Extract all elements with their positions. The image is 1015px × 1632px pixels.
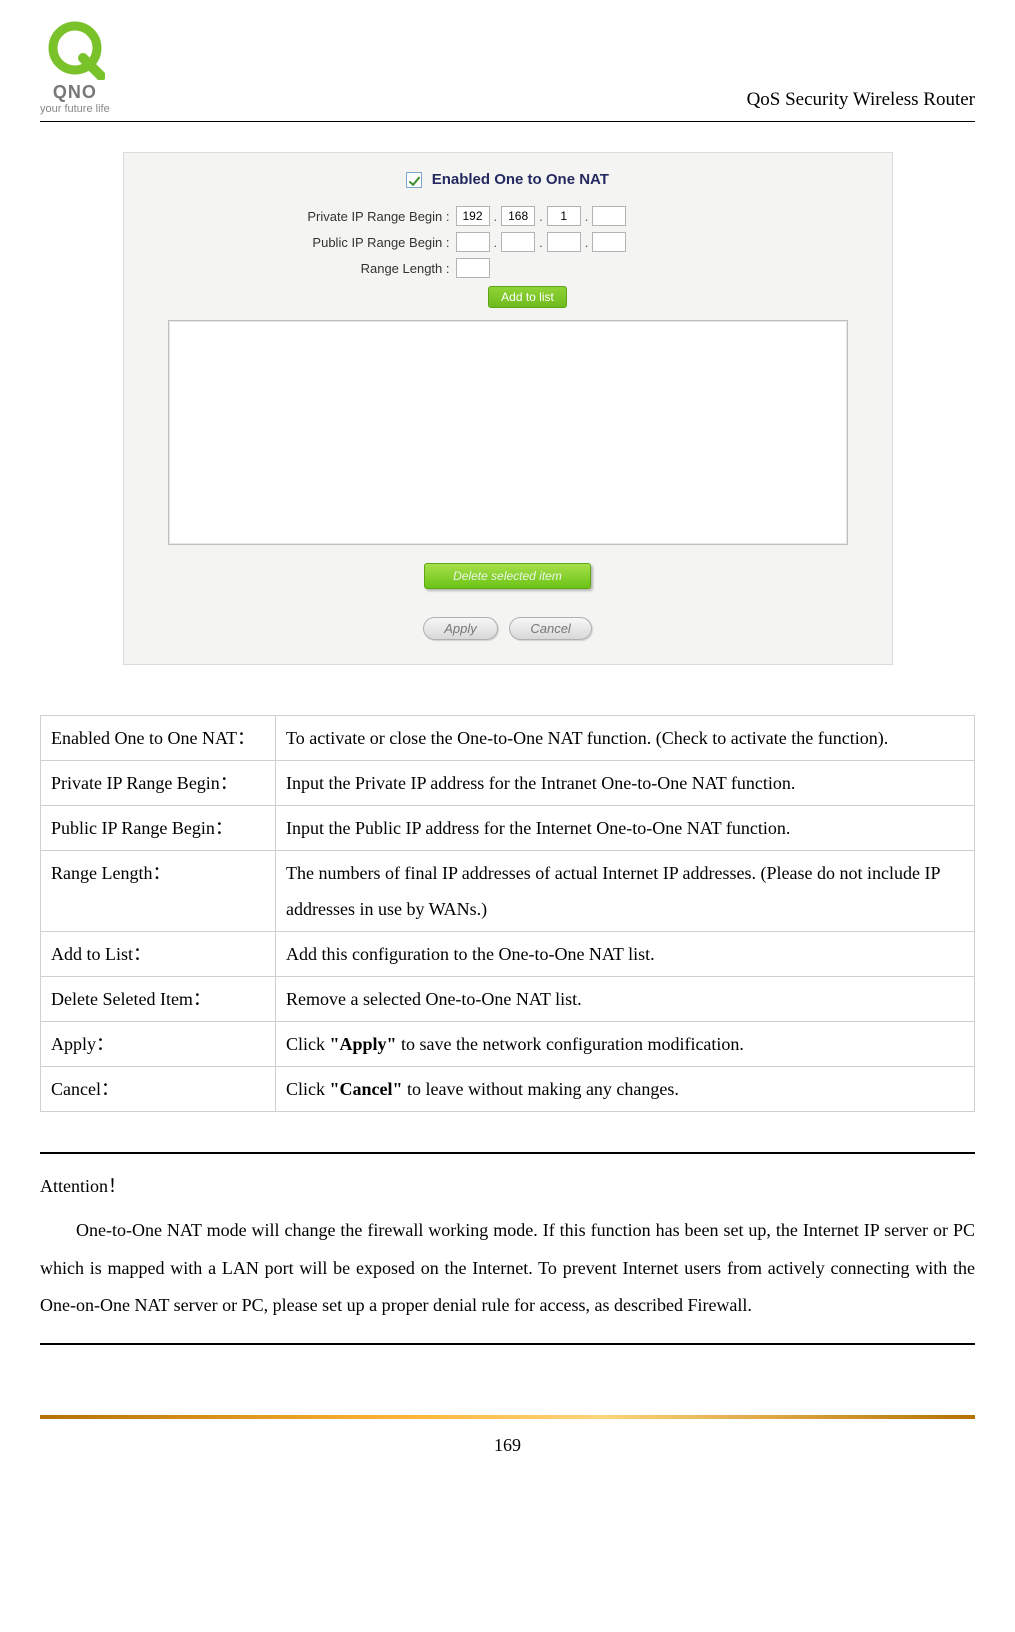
- dot-separator: .: [585, 235, 589, 250]
- attention-block: Attention！ One-to-One NAT mode will chan…: [40, 1152, 975, 1345]
- table-row: Add to List： Add this configuration to t…: [41, 932, 975, 977]
- desc-label: Public IP Range Begin：: [41, 806, 276, 851]
- desc-text: To activate or close the One-to-One NAT …: [276, 716, 975, 761]
- nat-listbox[interactable]: [168, 320, 848, 545]
- public-ip-octet-1[interactable]: [456, 232, 490, 252]
- attention-body: One-to-One NAT mode will change the fire…: [40, 1212, 975, 1325]
- page-title: QoS Security Wireless Router: [747, 89, 975, 115]
- dot-separator: .: [585, 209, 589, 224]
- public-ip-octet-2[interactable]: [501, 232, 535, 252]
- desc-label: Cancel：: [41, 1067, 276, 1112]
- nat-config-panel: Enabled One to One NAT Private IP Range …: [123, 152, 893, 665]
- table-row: Private IP Range Begin： Input the Privat…: [41, 761, 975, 806]
- logo-icon: [45, 20, 105, 80]
- public-ip-label: Public IP Range Begin :: [146, 235, 456, 250]
- desc-text: Input the Public IP address for the Inte…: [276, 806, 975, 851]
- public-ip-octet-4[interactable]: [592, 232, 626, 252]
- desc-text: Input the Private IP address for the Int…: [276, 761, 975, 806]
- cancel-button[interactable]: Cancel: [509, 617, 591, 640]
- page-footer: 169: [40, 1415, 975, 1456]
- logo-brand-text: QNO: [53, 82, 97, 103]
- desc-label: Private IP Range Begin：: [41, 761, 276, 806]
- desc-label: Range Length：: [41, 851, 276, 932]
- table-row: Range Length： The numbers of final IP ad…: [41, 851, 975, 932]
- dot-separator: .: [494, 209, 498, 224]
- desc-text: Click "Apply" to save the network config…: [276, 1022, 975, 1067]
- desc-text: Add this configuration to the One-to-One…: [276, 932, 975, 977]
- desc-label: Enabled One to One NAT：: [41, 716, 276, 761]
- enable-label: Enabled One to One NAT: [432, 171, 609, 188]
- table-row: Delete Seleted Item： Remove a selected O…: [41, 977, 975, 1022]
- private-ip-octet-3[interactable]: [547, 206, 581, 226]
- page-header: QNO your future life QoS Security Wirele…: [40, 20, 975, 122]
- range-length-label: Range Length :: [146, 261, 456, 276]
- desc-text: Click "Cancel" to leave without making a…: [276, 1067, 975, 1112]
- desc-text: Remove a selected One-to-One NAT list.: [276, 977, 975, 1022]
- desc-label: Apply：: [41, 1022, 276, 1067]
- private-ip-octet-1[interactable]: [456, 206, 490, 226]
- table-row: Cancel： Click "Cancel" to leave without …: [41, 1067, 975, 1112]
- public-ip-octet-3[interactable]: [547, 232, 581, 252]
- dot-separator: .: [494, 235, 498, 250]
- logo: QNO your future life: [40, 20, 110, 115]
- attention-title: Attention！: [40, 1168, 975, 1206]
- desc-text: The numbers of final IP addresses of act…: [276, 851, 975, 932]
- page-number: 169: [40, 1435, 975, 1456]
- enable-checkbox[interactable]: [406, 172, 422, 188]
- table-row: Apply： Click "Apply" to save the network…: [41, 1022, 975, 1067]
- logo-tagline: your future life: [40, 103, 110, 115]
- desc-label: Add to List：: [41, 932, 276, 977]
- dot-separator: .: [539, 235, 543, 250]
- add-to-list-button[interactable]: Add to list: [488, 286, 567, 308]
- table-row: Public IP Range Begin： Input the Public …: [41, 806, 975, 851]
- desc-label: Delete Seleted Item：: [41, 977, 276, 1022]
- apply-button[interactable]: Apply: [423, 617, 498, 640]
- delete-selected-button[interactable]: Delete selected item: [424, 563, 591, 589]
- private-ip-label: Private IP Range Begin :: [146, 209, 456, 224]
- range-length-input[interactable]: [456, 258, 490, 278]
- private-ip-octet-4[interactable]: [592, 206, 626, 226]
- table-row: Enabled One to One NAT： To activate or c…: [41, 716, 975, 761]
- footer-bar: [40, 1415, 975, 1419]
- dot-separator: .: [539, 209, 543, 224]
- enable-row: Enabled One to One NAT: [146, 171, 870, 188]
- private-ip-octet-2[interactable]: [501, 206, 535, 226]
- description-table: Enabled One to One NAT： To activate or c…: [40, 715, 975, 1112]
